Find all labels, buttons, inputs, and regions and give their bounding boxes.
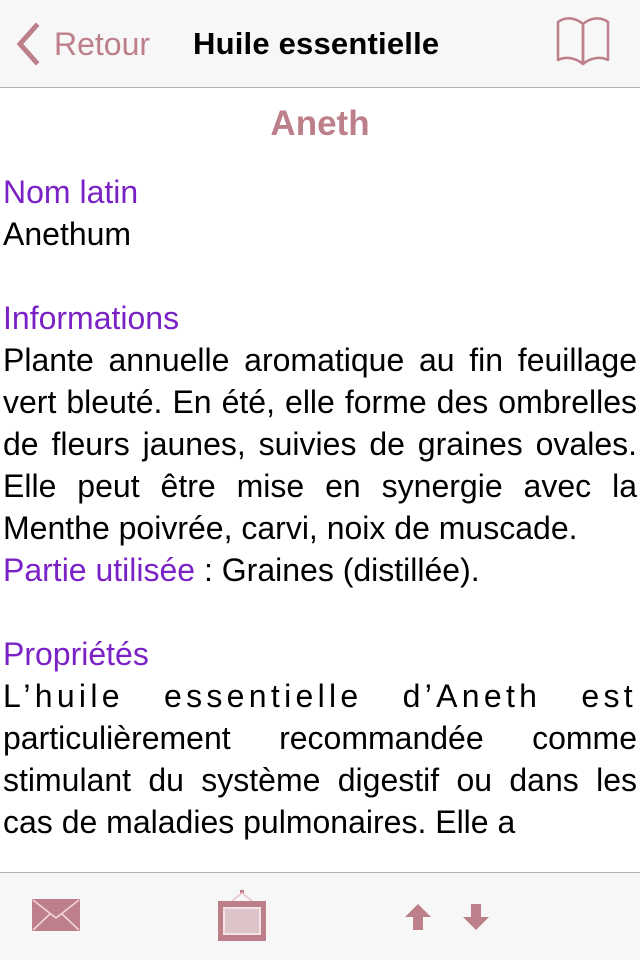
back-button[interactable]: Retour: [14, 22, 150, 66]
arrow-up-icon[interactable]: [404, 903, 432, 931]
back-label: Retour: [54, 25, 151, 62]
properties-text: particulièrement recommandée comme stimu…: [3, 720, 637, 840]
arrow-down-icon[interactable]: [462, 903, 490, 931]
picture-frame-icon[interactable]: [218, 890, 266, 942]
info-label: Informations: [3, 300, 180, 336]
mail-icon[interactable]: [32, 899, 80, 931]
chevron-left-icon: [16, 22, 40, 66]
part-used-label: Partie utilisée: [3, 552, 196, 588]
bottom-toolbar: [0, 872, 640, 960]
book-icon[interactable]: [556, 16, 610, 68]
page-title: Huile essentielle: [193, 26, 440, 61]
part-used-value: Graines (distillée).: [221, 552, 480, 588]
plant-name: Aneth: [270, 104, 370, 143]
latin-name-label: Nom latin: [3, 174, 139, 210]
part-used-separator: :: [195, 552, 222, 588]
part-used-line: Partie utilisée : Graines (distillée).: [3, 549, 637, 591]
properties-label: Propriétés: [3, 636, 149, 672]
properties-first-line: L’huile essentielle d’Aneth est: [3, 678, 637, 714]
latin-name-value: Anethum: [3, 216, 132, 252]
article-content[interactable]: Aneth Nom latin Anethum Informations Pla…: [0, 88, 640, 872]
info-text: Plante annuelle aromatique au fin feuill…: [3, 342, 637, 546]
navigation-bar: Retour Huile essentielle: [0, 0, 640, 88]
